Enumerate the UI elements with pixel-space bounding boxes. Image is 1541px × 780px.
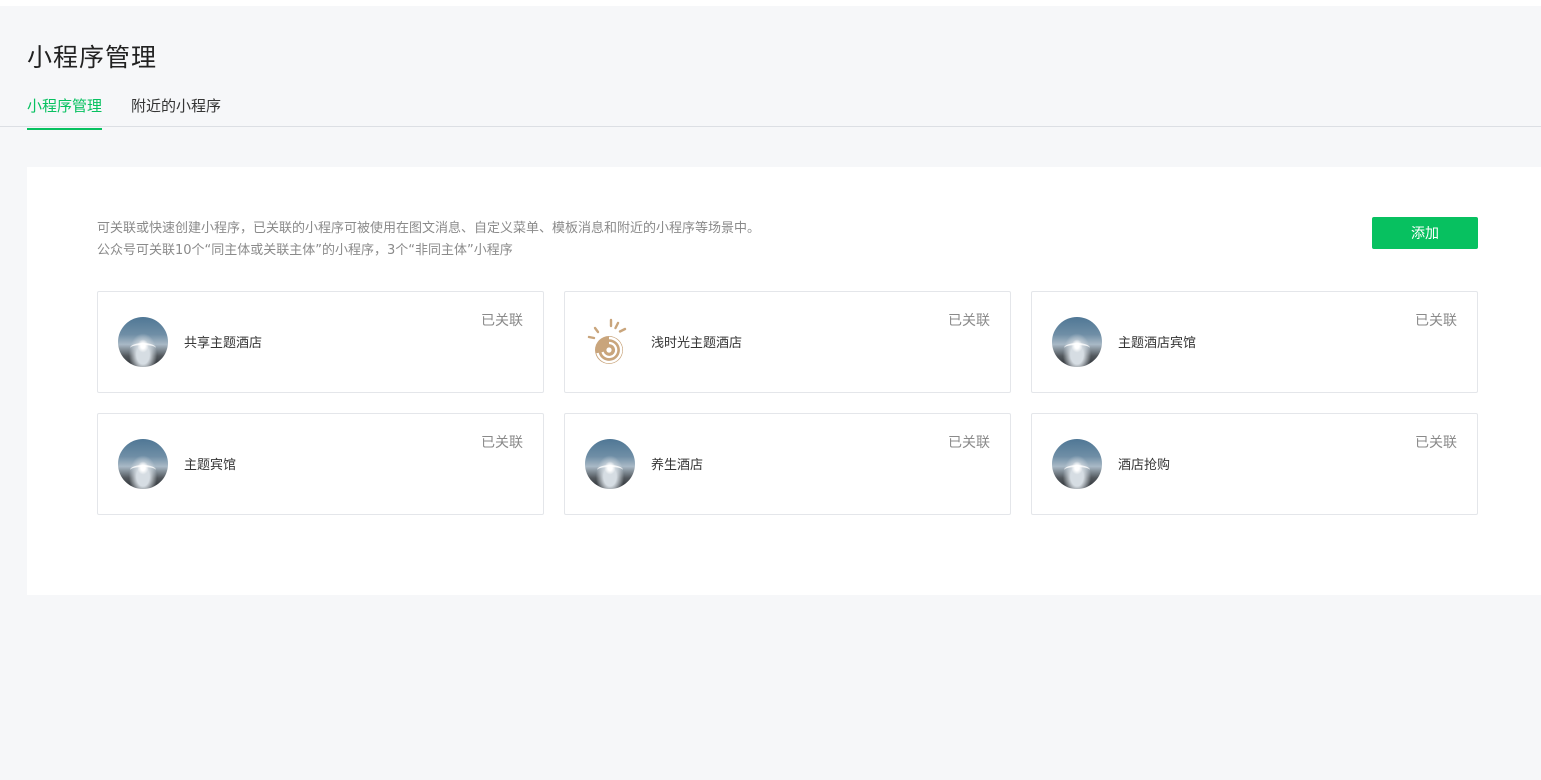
tab-nearby-miniprograms[interactable]: 附近的小程序 bbox=[131, 95, 221, 128]
description-line-1: 可关联或快速创建小程序，已关联的小程序可被使用在图文消息、自定义菜单、模板消息和… bbox=[97, 221, 761, 236]
card-name: 共享主题酒店 bbox=[184, 336, 263, 351]
card-status: 已关联 bbox=[1415, 435, 1457, 451]
description-line-2: 公众号可关联10个“同主体或关联主体”的小程序，3个“非同主体”小程序 bbox=[97, 243, 513, 258]
miniprogram-card[interactable]: 主题宾馆 已关联 bbox=[97, 413, 544, 515]
content-panel: 可关联或快速创建小程序，已关联的小程序可被使用在图文消息、自定义菜单、模板消息和… bbox=[27, 167, 1541, 595]
card-status: 已关联 bbox=[948, 435, 990, 451]
miniprogram-card[interactable]: 主题酒店宾馆 已关联 bbox=[1031, 291, 1478, 393]
water-drop-icon bbox=[1052, 439, 1102, 489]
card-status: 已关联 bbox=[481, 313, 523, 329]
water-drop-icon bbox=[585, 439, 635, 489]
miniprogram-card[interactable]: 酒店抢购 已关联 bbox=[1031, 413, 1478, 515]
water-drop-icon bbox=[118, 439, 168, 489]
add-button[interactable]: 添加 bbox=[1372, 217, 1478, 249]
card-status: 已关联 bbox=[481, 435, 523, 451]
card-name: 主题宾馆 bbox=[184, 458, 237, 473]
description: 可关联或快速创建小程序，已关联的小程序可被使用在图文消息、自定义菜单、模板消息和… bbox=[97, 218, 760, 262]
miniprogram-grid: 共享主题酒店 已关联 浅时光主题酒店 已关联 主题酒店宾馆 已关联 主题宾馆 已… bbox=[97, 291, 1478, 515]
miniprogram-card[interactable]: 浅时光主题酒店 已关联 bbox=[564, 291, 1011, 393]
card-name: 浅时光主题酒店 bbox=[651, 336, 743, 351]
miniprogram-card[interactable]: 养生酒店 已关联 bbox=[564, 413, 1011, 515]
card-status: 已关联 bbox=[1415, 313, 1457, 329]
snail-sun-logo-icon bbox=[585, 317, 635, 367]
miniprogram-card[interactable]: 共享主题酒店 已关联 bbox=[97, 291, 544, 393]
card-name: 主题酒店宾馆 bbox=[1118, 336, 1197, 351]
page-container: 小程序管理 小程序管理 附近的小程序 可关联或快速创建小程序，已关联的小程序可被… bbox=[0, 6, 1541, 780]
card-name: 酒店抢购 bbox=[1118, 458, 1171, 473]
water-drop-icon bbox=[118, 317, 168, 367]
tab-miniprogram-management[interactable]: 小程序管理 bbox=[27, 95, 103, 130]
page-title: 小程序管理 bbox=[27, 43, 158, 72]
water-drop-icon bbox=[1052, 317, 1102, 367]
tab-bar: 小程序管理 附近的小程序 bbox=[0, 90, 1541, 130]
card-name: 养生酒店 bbox=[651, 458, 704, 473]
card-status: 已关联 bbox=[948, 313, 990, 329]
